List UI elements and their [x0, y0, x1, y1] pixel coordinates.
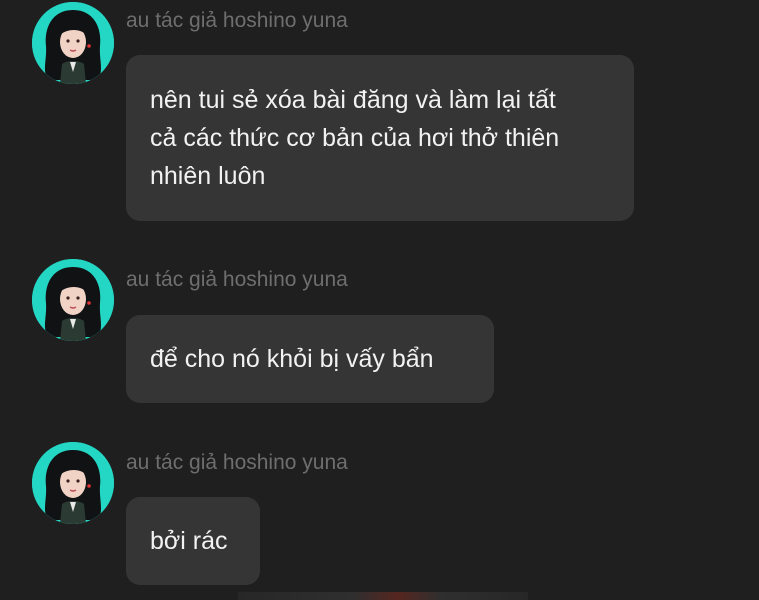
- sender-avatar[interactable]: [32, 259, 114, 341]
- message-bubble[interactable]: bởi rác: [126, 497, 260, 585]
- message-text: để cho nó khỏi bị vấy bẩn: [150, 345, 434, 373]
- sender-name: au tác giả hoshino yuna: [126, 451, 348, 474]
- message-text: nên tui sẻ xóa bài đăng và làm lại tất c…: [150, 86, 560, 190]
- message-bubble[interactable]: để cho nó khỏi bị vấy bẩn: [126, 315, 494, 403]
- anime-girl-avatar-icon: [32, 259, 114, 341]
- anime-girl-avatar-icon: [32, 2, 114, 84]
- message-bubble[interactable]: nên tui sẻ xóa bài đăng và làm lại tất c…: [126, 55, 634, 221]
- message-text: bởi rác: [150, 527, 228, 555]
- anime-girl-avatar-icon: [32, 442, 114, 524]
- sender-name: au tác giả hoshino yuna: [126, 9, 348, 32]
- sender-avatar[interactable]: [32, 442, 114, 524]
- sender-name: au tác giả hoshino yuna: [126, 268, 348, 291]
- next-message-preview-strip: [238, 592, 528, 600]
- sender-avatar[interactable]: [32, 2, 114, 84]
